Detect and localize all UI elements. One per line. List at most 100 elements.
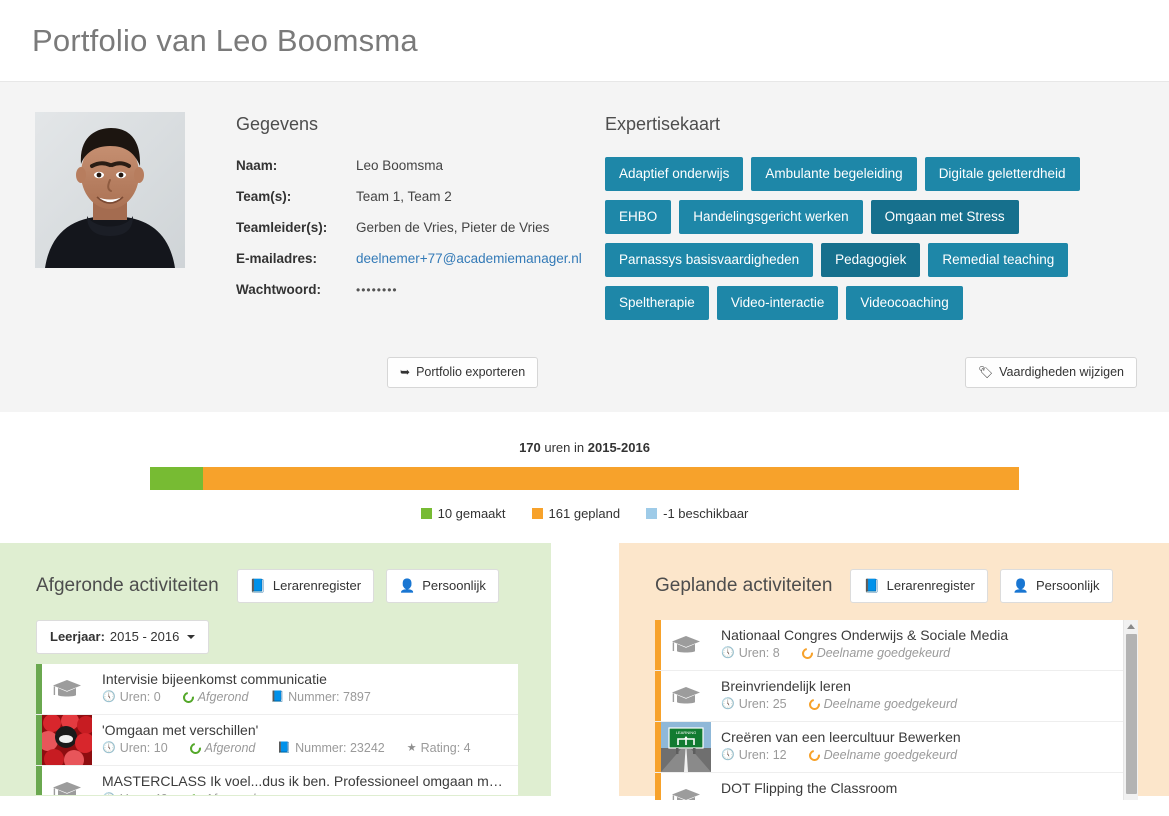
activity-thumbnail bbox=[661, 620, 711, 670]
expertise-tag[interactable]: Speltherapie bbox=[605, 286, 709, 320]
field-wachtwoord-label: Wachtwoord: bbox=[236, 282, 321, 297]
book-icon: 📘 bbox=[277, 742, 292, 754]
planned-lerarenregister-button[interactable]: 📘 Lerarenregister bbox=[850, 569, 988, 603]
red-balloons-image bbox=[42, 715, 92, 765]
person-icon: 👤 bbox=[399, 578, 416, 593]
activity-name: MASTERCLASS Ik voel...dus ik ben. Profes… bbox=[102, 773, 510, 789]
expertise-section: Expertisekaart Adaptief onderwijs Ambula… bbox=[605, 104, 1141, 329]
completed-lerarenregister-label: Lerarenregister bbox=[272, 578, 362, 593]
page-title: Portfolio van Leo Boomsma bbox=[32, 22, 418, 58]
scroll-up-arrow-icon[interactable] bbox=[1126, 624, 1135, 629]
activity-status-label: Deelname goedgekeurd bbox=[823, 748, 958, 762]
graduation-cap-icon bbox=[671, 789, 700, 800]
field-teams-value: Team 1, Team 2 bbox=[356, 189, 452, 204]
activity-name: Breinvriendelijk leren bbox=[720, 678, 851, 694]
field-teamleiders-label: Teamleider(s): bbox=[236, 220, 328, 235]
email-link[interactable]: deelnemer+77@academiemanager.nl bbox=[356, 250, 582, 268]
book-icon: 📘 bbox=[249, 578, 266, 593]
activity-body: DOT Flipping the Classroom bbox=[711, 773, 1138, 800]
expertise-tag[interactable]: Videocoaching bbox=[846, 286, 963, 320]
activity-status: Afgerond bbox=[180, 689, 248, 706]
activity-hours-label: Uren: 10 bbox=[119, 741, 168, 755]
field-teams: Team(s): Team 1, Team 2 bbox=[236, 188, 596, 206]
completed-panel-title: Afgeronde activiteiten bbox=[36, 575, 219, 596]
activity-thumbnail bbox=[661, 671, 711, 721]
legend-swatch-available bbox=[646, 508, 658, 519]
legend-item-planned: 161 gepland bbox=[531, 506, 620, 521]
activity-thumbnail bbox=[661, 773, 711, 800]
list-item[interactable]: Intervisie bijeenkomst communicatie 🕔 Ur… bbox=[36, 664, 518, 715]
planned-panel-header: Geplande activiteiten 📘 Lerarenregister … bbox=[655, 569, 1139, 603]
activity-body: 'Omgaan met verschillen' 🕔 Uren: 10 Afge… bbox=[92, 715, 518, 765]
password-masked-value: •••••••• bbox=[356, 283, 398, 297]
legend-swatch-completed bbox=[420, 508, 432, 519]
activity-hours-label: Uren: 40 bbox=[120, 791, 168, 795]
activity-hours-label: Uren: 8 bbox=[738, 646, 780, 660]
completed-activity-list[interactable]: Intervisie bijeenkomst communicatie 🕔 Ur… bbox=[36, 664, 518, 795]
hours-year: 2015-2016 bbox=[587, 440, 650, 455]
completed-lerarenregister-button[interactable]: 📘 Lerarenregister bbox=[236, 569, 375, 603]
expertise-tag[interactable]: Parnassys basisvaardigheden bbox=[605, 243, 814, 277]
profile-actions: ➥ Portfolio exporteren 🏷 Vaardigheden wi… bbox=[32, 357, 1137, 388]
activity-hours: 🕔 Uren: 0 bbox=[102, 689, 161, 706]
activity-hours: 🕔 Uren: 40 bbox=[102, 791, 168, 795]
list-item[interactable]: DOT Flipping the Classroom bbox=[654, 773, 1138, 800]
expertise-tag[interactable]: Handelingsgericht werken bbox=[679, 200, 863, 234]
leerjaar-filter-dropdown[interactable]: Leerjaar: 2015 - 2016 bbox=[36, 620, 210, 654]
expertise-tag[interactable]: Remedial teaching bbox=[928, 243, 1069, 277]
scrollbar-thumb[interactable] bbox=[1125, 634, 1137, 794]
export-portfolio-label: Portfolio exporteren bbox=[416, 365, 526, 379]
expertise-tag[interactable]: Omgaan met Stress bbox=[870, 200, 1019, 234]
expertise-tag[interactable]: EHBO bbox=[605, 200, 672, 234]
activity-body: Intervisie bijeenkomst communicatie 🕔 Ur… bbox=[92, 664, 518, 714]
star-icon: ★ bbox=[406, 742, 417, 754]
activity-name: 'Omgaan met verschillen' bbox=[102, 722, 259, 738]
planned-persoonlijk-button[interactable]: 👤 Persoonlijk bbox=[999, 569, 1113, 603]
list-item[interactable]: LEARNING Creëren van een leercultuur Bew… bbox=[654, 722, 1138, 773]
completed-persoonlijk-label: Persoonlijk bbox=[422, 578, 486, 593]
completed-persoonlijk-button[interactable]: 👤 Persoonlijk bbox=[386, 569, 499, 603]
activity-meta: 🕔 Uren: 12 Deelname goedgekeurd bbox=[721, 747, 1130, 764]
expertise-tag[interactable]: Digitale geletterdheid bbox=[924, 157, 1080, 191]
book-icon: 📘 bbox=[863, 578, 880, 593]
activity-number: 📘 Nummer: 7897 bbox=[270, 689, 370, 706]
list-item[interactable]: Nationaal Congres Onderwijs & Sociale Me… bbox=[654, 620, 1138, 671]
expertise-tag[interactable]: Adaptief onderwijs bbox=[605, 157, 744, 191]
planned-activity-list[interactable]: Nationaal Congres Onderwijs & Sociale Me… bbox=[654, 620, 1138, 800]
list-item[interactable]: MASTERCLASS Ik voel...dus ik ben. Profes… bbox=[36, 766, 518, 795]
expertise-tag[interactable]: Ambulante begeleiding bbox=[751, 157, 917, 191]
activity-thumbnail bbox=[42, 766, 92, 795]
avatar bbox=[35, 112, 185, 268]
activity-body: MASTERCLASS Ik voel...dus ik ben. Profes… bbox=[92, 766, 518, 795]
planned-persoonlijk-label: Persoonlijk bbox=[1035, 578, 1100, 593]
page-header: Portfolio van Leo Boomsma bbox=[0, 0, 1169, 82]
planned-lerarenregister-label: Lerarenregister bbox=[886, 578, 975, 593]
planned-panel-title: Geplande activiteiten bbox=[654, 575, 833, 596]
edit-skills-button[interactable]: 🏷 Vaardigheden wijzigen bbox=[964, 357, 1137, 388]
expertise-tag[interactable]: Pedagogiek bbox=[821, 243, 921, 277]
clock-icon: 🕔 bbox=[720, 698, 735, 710]
expertise-heading: Expertisekaart bbox=[605, 114, 721, 134]
list-item[interactable]: 'Omgaan met verschillen' 🕔 Uren: 10 Afge… bbox=[36, 715, 518, 766]
activity-hours-label: Uren: 25 bbox=[738, 697, 787, 711]
activity-meta: 🕔 Uren: 25 Deelname goedgekeurd bbox=[721, 696, 1130, 713]
clock-icon: 🕔 bbox=[720, 647, 735, 659]
export-portfolio-button[interactable]: ➥ Portfolio exporteren bbox=[387, 357, 539, 388]
hours-caption-middle: uren in bbox=[540, 440, 588, 455]
activity-hours: 🕔 Uren: 10 bbox=[102, 740, 168, 757]
hours-summary: 170 uren in 2015-2016 10 gemaakt 161 gep… bbox=[0, 412, 1169, 543]
list-scrollbar[interactable] bbox=[1122, 620, 1138, 800]
activity-body: Creëren van een leercultuur Bewerken 🕔 U… bbox=[711, 722, 1138, 772]
activity-status-label: Deelname goedgekeurd bbox=[816, 646, 951, 660]
edit-skills-label: Vaardigheden wijzigen bbox=[999, 365, 1124, 379]
activity-name: Nationaal Congres Onderwijs & Sociale Me… bbox=[720, 627, 1009, 643]
expertise-tag[interactable]: Video-interactie bbox=[716, 286, 839, 320]
status-ring-icon bbox=[187, 740, 203, 757]
activity-meta: 🕔 Uren: 8 Deelname goedgekeurd bbox=[721, 645, 1130, 662]
activity-status-label: Afgerond bbox=[204, 741, 256, 755]
graduation-cap-icon bbox=[671, 636, 700, 653]
activity-panels: Afgeronde activiteiten 📘 Lerarenregister… bbox=[0, 543, 1169, 800]
list-item[interactable]: Breinvriendelijk leren 🕔 Uren: 25 Deelna… bbox=[654, 671, 1138, 722]
gegevens-heading: Gegevens bbox=[236, 114, 319, 134]
hours-legend: 10 gemaakt 161 gepland -1 beschikbaar bbox=[0, 506, 1169, 521]
